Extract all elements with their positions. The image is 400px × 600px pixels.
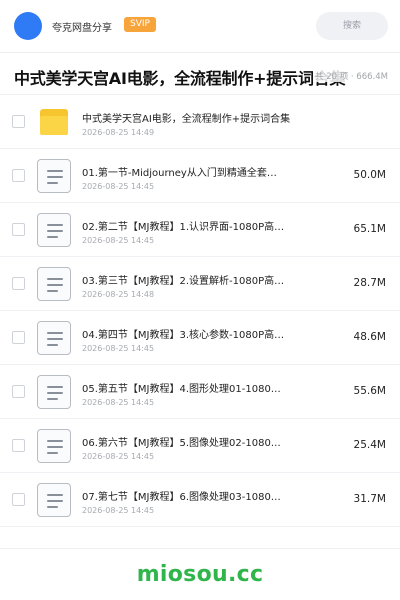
header-bar: 夸克网盘分享 SVIP 搜索 xyxy=(0,0,400,52)
file-name: 01.第一节-Midjourney从入门到精通全套… xyxy=(82,168,277,179)
document-icon xyxy=(37,375,71,409)
file-size: 65.1M xyxy=(353,223,386,235)
svip-badge: SVIP xyxy=(124,17,156,32)
select-checkbox[interactable] xyxy=(12,115,25,128)
site-watermark: miosou.cc xyxy=(136,562,264,587)
file-name: 07.第七节【MJ教程】6.图像处理03-1080… xyxy=(82,492,281,503)
header-divider xyxy=(0,52,400,53)
list-item[interactable]: 06.第六节【MJ教程】5.图像处理02-1080… 2026-08-25 14… xyxy=(0,419,400,473)
file-date: 2026-08-25 14:48 xyxy=(82,290,155,299)
document-icon xyxy=(37,429,71,463)
search-button[interactable]: 搜索 xyxy=(316,12,388,40)
list-item[interactable]: 01.第一节-Midjourney从入门到精通全套… 2026-08-25 14… xyxy=(0,149,400,203)
select-checkbox[interactable] xyxy=(12,277,25,290)
page-title: 中式美学天宫AI电影，全流程制作+提示词合集 xyxy=(14,69,346,88)
share-owner-name: 夸克网盘分享 xyxy=(52,23,112,34)
file-date: 2026-08-25 14:45 xyxy=(82,236,155,245)
file-list: 中式美学天宫AI电影，全流程制作+提示词合集 2026-08-25 14:49 … xyxy=(0,95,400,527)
file-name: 中式美学天宫AI电影，全流程制作+提示词合集 xyxy=(82,114,291,125)
file-size: 50.0M xyxy=(353,169,386,181)
document-icon xyxy=(37,213,71,247)
list-item[interactable]: 07.第七节【MJ教程】6.图像处理03-1080… 2026-08-25 14… xyxy=(0,473,400,527)
avatar[interactable] xyxy=(14,12,42,40)
file-size: 25.4M xyxy=(353,439,386,451)
select-checkbox[interactable] xyxy=(12,385,25,398)
list-item[interactable]: 02.第二节【MJ教程】1.认识界面-1080P高… 2026-08-25 14… xyxy=(0,203,400,257)
document-icon xyxy=(37,159,71,193)
select-checkbox[interactable] xyxy=(12,331,25,344)
file-date: 2026-08-25 14:45 xyxy=(82,506,155,515)
file-size: 31.7M xyxy=(353,493,386,505)
file-size: 28.7M xyxy=(353,277,386,289)
select-checkbox[interactable] xyxy=(12,223,25,236)
file-date: 2026-08-25 14:45 xyxy=(82,398,155,407)
file-name: 06.第六节【MJ教程】5.图像处理02-1080… xyxy=(82,438,281,449)
select-checkbox[interactable] xyxy=(12,169,25,182)
file-name: 05.第五节【MJ教程】4.图形处理01-1080… xyxy=(82,384,281,395)
list-item[interactable]: 04.第四节【MJ教程】3.核心参数-1080P高… 2026-08-25 14… xyxy=(0,311,400,365)
document-icon xyxy=(37,321,71,355)
file-name: 03.第三节【MJ教程】2.设置解析-1080P高… xyxy=(82,276,285,287)
footer-divider xyxy=(0,548,400,549)
list-item-folder[interactable]: 中式美学天宫AI电影，全流程制作+提示词合集 2026-08-25 14:49 xyxy=(0,95,400,149)
folder-icon xyxy=(40,109,68,135)
file-date: 2026-08-25 14:45 xyxy=(82,452,155,461)
file-date: 2026-08-25 14:45 xyxy=(82,344,155,353)
select-checkbox[interactable] xyxy=(12,439,25,452)
document-icon xyxy=(37,267,71,301)
file-size: 55.6M xyxy=(353,385,386,397)
document-icon xyxy=(37,483,71,517)
list-item[interactable]: 05.第五节【MJ教程】4.图形处理01-1080… 2026-08-25 14… xyxy=(0,365,400,419)
list-item[interactable]: 03.第三节【MJ教程】2.设置解析-1080P高… 2026-08-25 14… xyxy=(0,257,400,311)
select-checkbox[interactable] xyxy=(12,493,25,506)
item-count-summary: 共 20 项 · 666.4M xyxy=(313,70,388,82)
file-name: 02.第二节【MJ教程】1.认识界面-1080P高… xyxy=(82,222,285,233)
file-date: 2026-08-25 14:49 xyxy=(82,128,155,137)
file-size: 48.6M xyxy=(353,331,386,343)
file-name: 04.第四节【MJ教程】3.核心参数-1080P高… xyxy=(82,330,285,341)
file-date: 2026-08-25 14:45 xyxy=(82,182,155,191)
